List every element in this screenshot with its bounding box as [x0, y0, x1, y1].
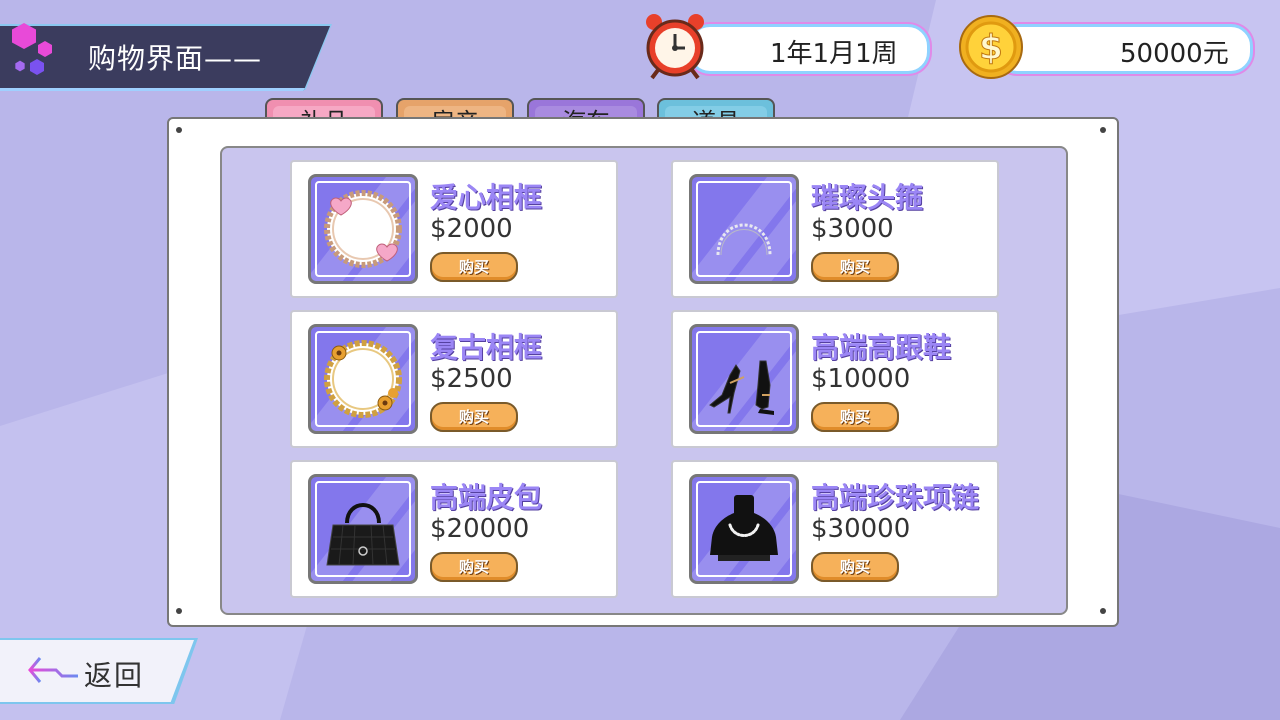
item-thumbnail — [689, 474, 799, 584]
buy-button[interactable]: 购买 — [811, 552, 899, 582]
tiara-icon — [716, 223, 772, 256]
date-text: 1年1月1周 — [770, 39, 898, 69]
item-price: $2500 — [430, 364, 513, 394]
svg-text:$: $ — [979, 28, 1003, 68]
pearl-necklace-icon — [710, 495, 778, 561]
alarm-clock-icon — [646, 14, 704, 80]
hexagon-decoration-icon — [15, 60, 25, 72]
item-card: 璀璨头箍 $3000 购买 — [671, 160, 999, 298]
buy-button[interactable]: 购买 — [811, 252, 899, 282]
item-thumbnail — [308, 324, 418, 434]
vintage-frame-icon — [324, 340, 402, 418]
page-title: 购物界面—— — [88, 42, 263, 75]
hexagon-decoration-icon — [38, 41, 52, 57]
buy-button[interactable]: 购买 — [430, 552, 518, 582]
panel-rivet — [1100, 608, 1106, 614]
item-name: 高端皮包 — [430, 481, 543, 514]
hexagon-decoration-icon — [12, 23, 36, 49]
buy-button[interactable]: 购买 — [430, 252, 518, 282]
item-price: $3000 — [811, 214, 894, 244]
item-name: 璀璨头箍 — [811, 181, 924, 214]
item-thumbnail — [308, 474, 418, 584]
back-label: 返回 — [84, 659, 145, 692]
item-card: 高端高跟鞋 $10000 购买 — [671, 310, 999, 448]
money-text: 50000元 — [1120, 39, 1229, 69]
item-thumbnail — [689, 174, 799, 284]
item-card: 高端珍珠项链 $30000 购买 — [671, 460, 999, 598]
item-price: $2000 — [430, 214, 513, 244]
item-name: 爱心相框 — [430, 181, 543, 214]
item-thumbnail — [689, 324, 799, 434]
back-arrow-icon — [28, 657, 78, 683]
hexagon-decoration-icon — [30, 59, 44, 75]
heart-frame-icon — [324, 190, 402, 268]
item-name: 复古相框 — [430, 331, 543, 364]
item-name: 高端高跟鞋 — [811, 331, 952, 364]
panel-rivet — [176, 608, 182, 614]
item-price: $30000 — [811, 514, 911, 544]
panel-rivet — [176, 127, 182, 133]
item-card: 高端皮包 $20000 购买 — [290, 460, 618, 598]
dollar-coin-icon: $ — [959, 15, 1023, 79]
item-card: 爱心相框 $2000 购买 — [290, 160, 618, 298]
high-heels-icon — [709, 360, 774, 415]
item-card: 复古相框 $2500 购买 — [290, 310, 618, 448]
item-price: $20000 — [430, 514, 530, 544]
item-name: 高端珍珠项链 — [811, 481, 980, 514]
handbag-icon — [326, 503, 400, 566]
panel-rivet — [1100, 127, 1106, 133]
buy-button[interactable]: 购买 — [811, 402, 899, 432]
item-price: $10000 — [811, 364, 911, 394]
item-thumbnail — [308, 174, 418, 284]
buy-button[interactable]: 购买 — [430, 402, 518, 432]
